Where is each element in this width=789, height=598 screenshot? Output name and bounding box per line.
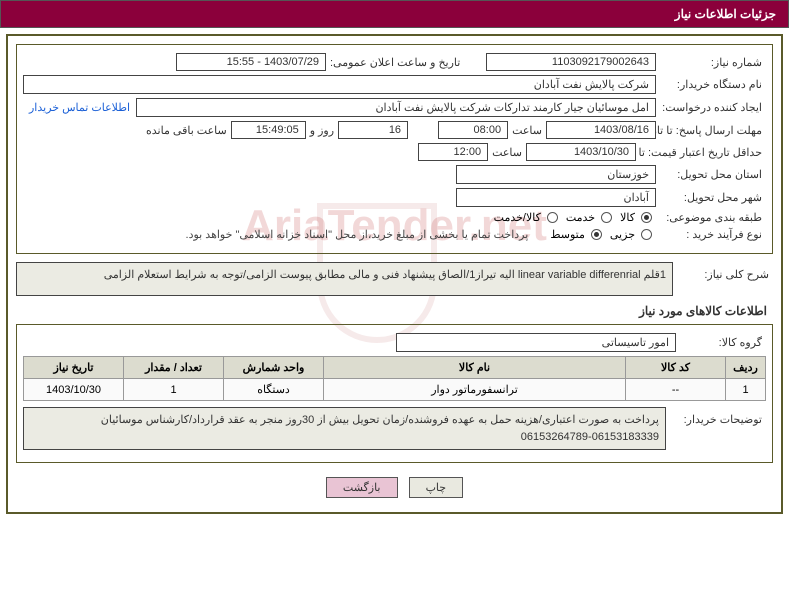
main-frame: AriaTender.net شماره نیاز: 1103092179002… (6, 34, 783, 514)
th-unit: واحد شمارش (224, 357, 324, 379)
purchase-note: پرداخت تمام یا بخشی از مبلغ خرید،از محل … (182, 228, 547, 241)
td-code: -- (626, 379, 726, 401)
radio-icon (591, 229, 602, 240)
price-validity-time: 12:00 (418, 143, 488, 161)
remaining-time: 15:49:05 (231, 121, 306, 139)
radio-kalakhadmat[interactable]: کالا/خدمت (490, 211, 562, 224)
items-table: ردیف کد کالا نام کالا واحد شمارش تعداد /… (23, 356, 766, 401)
reply-deadline-date: 1403/08/16 (546, 121, 656, 139)
province-label: استان محل تحویل: (656, 168, 766, 181)
remaining-suffix: ساعت باقی مانده (142, 124, 231, 137)
page-title: جزئیات اطلاعات نیاز (675, 7, 776, 21)
row-need-no: شماره نیاز: 1103092179002643 تاریخ و ساع… (23, 53, 766, 71)
summary-label: شرح کلی نیاز: (673, 262, 773, 281)
row-reply-deadline: مهلت ارسال پاسخ: تا تاریخ: 1403/08/16 سا… (23, 121, 766, 139)
td-row: 1 (726, 379, 766, 401)
reply-deadline-label: مهلت ارسال پاسخ: تا تاریخ: (656, 124, 766, 137)
td-unit: دستگاه (224, 379, 324, 401)
back-button[interactable]: بازگشت (326, 477, 398, 498)
radio-icon (641, 229, 652, 240)
page-title-bar: جزئیات اطلاعات نیاز (0, 0, 789, 28)
goods-group-value: امور تاسیساتی (396, 333, 676, 352)
need-no-label: شماره نیاز: (656, 56, 766, 69)
buyer-contact-link[interactable]: اطلاعات تماس خریدار (23, 101, 136, 114)
radio-khadmat-label: خدمت (566, 211, 595, 224)
row-purchase-type: نوع فرآیند خرید : جزیی متوسط پرداخت تمام… (23, 228, 766, 241)
announce-date-label: تاریخ و ساعت اعلان عمومی: (326, 56, 486, 69)
buyer-notes-label: توضیحات خریدار: (666, 407, 766, 426)
need-no-value: 1103092179002643 (486, 53, 656, 71)
price-validity-label: حداقل تاریخ اعتبار قیمت: تا تاریخ: (636, 146, 766, 159)
remaining-days-suffix: روز و (306, 124, 338, 137)
radio-kalakhadmat-label: کالا/خدمت (494, 211, 541, 224)
city-label: شهر محل تحویل: (656, 191, 766, 204)
radio-motavaset[interactable]: متوسط (546, 228, 606, 241)
row-province: استان محل تحویل: خوزستان (23, 165, 766, 184)
radio-motavaset-label: متوسط (550, 228, 585, 241)
row-requester: ایجاد کننده درخواست: امل موسائیان جیار ک… (23, 98, 766, 117)
reply-deadline-time: 08:00 (438, 121, 508, 139)
time-label-1: ساعت (508, 124, 546, 137)
buyer-notes-text: پرداخت به صورت اعتباری/هزینه حمل به عهده… (23, 407, 666, 450)
row-city: شهر محل تحویل: آبادان (23, 188, 766, 207)
items-section-title: اطلاعات کالاهای مورد نیاز (22, 304, 767, 318)
radio-kala-label: کالا (620, 211, 635, 224)
button-row: چاپ بازگشت (16, 471, 773, 504)
th-name: نام کالا (324, 357, 626, 379)
th-row: ردیف (726, 357, 766, 379)
goods-group-label: گروه کالا: (676, 336, 766, 349)
td-date: 1403/10/30 (24, 379, 124, 401)
remaining-days: 16 (338, 121, 408, 139)
buyer-org-value: شرکت پالایش نفت آبادان (23, 75, 656, 94)
items-group: گروه کالا: امور تاسیساتی ردیف کد کالا نا… (16, 324, 773, 463)
th-date: تاریخ نیاز (24, 357, 124, 379)
td-name: ترانسفورماتور دوار (324, 379, 626, 401)
requester-label: ایجاد کننده درخواست: (656, 101, 766, 114)
row-buyer-org: نام دستگاه خریدار: شرکت پالایش نفت آبادا… (23, 75, 766, 94)
radio-khadmat[interactable]: خدمت (562, 211, 616, 224)
purchase-type-label: نوع فرآیند خرید : (656, 228, 766, 241)
row-summary: شرح کلی نیاز: 1قلم linear variable diffe… (16, 262, 773, 296)
row-price-validity: حداقل تاریخ اعتبار قیمت: تا تاریخ: 1403/… (23, 143, 766, 161)
price-validity-date: 1403/10/30 (526, 143, 636, 161)
radio-jozi[interactable]: جزیی (606, 228, 656, 241)
requester-value: امل موسائیان جیار کارمند تدارکات شرکت پا… (136, 98, 656, 117)
need-info-group: شماره نیاز: 1103092179002643 تاریخ و ساع… (16, 44, 773, 254)
table-header-row: ردیف کد کالا نام کالا واحد شمارش تعداد /… (24, 357, 766, 379)
radio-icon (547, 212, 558, 223)
announce-date-value: 1403/07/29 - 15:55 (176, 53, 326, 71)
row-buyer-notes: توضیحات خریدار: پرداخت به صورت اعتباری/ه… (23, 407, 766, 450)
category-label: طبقه بندی موضوعی: (656, 211, 766, 224)
table-row: 1 -- ترانسفورماتور دوار دستگاه 1 1403/10… (24, 379, 766, 401)
row-goods-group: گروه کالا: امور تاسیساتی (23, 333, 766, 352)
radio-jozi-label: جزیی (610, 228, 635, 241)
page: جزئیات اطلاعات نیاز AriaTender.net شماره… (0, 0, 789, 514)
row-category: طبقه بندی موضوعی: کالا خدمت کالا/خدمت (23, 211, 766, 224)
time-label-2: ساعت (488, 146, 526, 159)
radio-kala[interactable]: کالا (616, 211, 656, 224)
td-qty: 1 (124, 379, 224, 401)
city-value: آبادان (456, 188, 656, 207)
province-value: خوزستان (456, 165, 656, 184)
th-code: کد کالا (626, 357, 726, 379)
th-qty: تعداد / مقدار (124, 357, 224, 379)
radio-icon (641, 212, 652, 223)
buyer-org-label: نام دستگاه خریدار: (656, 78, 766, 91)
print-button[interactable]: چاپ (409, 477, 464, 498)
summary-text: 1قلم linear variable differenrial الیه ت… (16, 262, 673, 296)
radio-icon (601, 212, 612, 223)
